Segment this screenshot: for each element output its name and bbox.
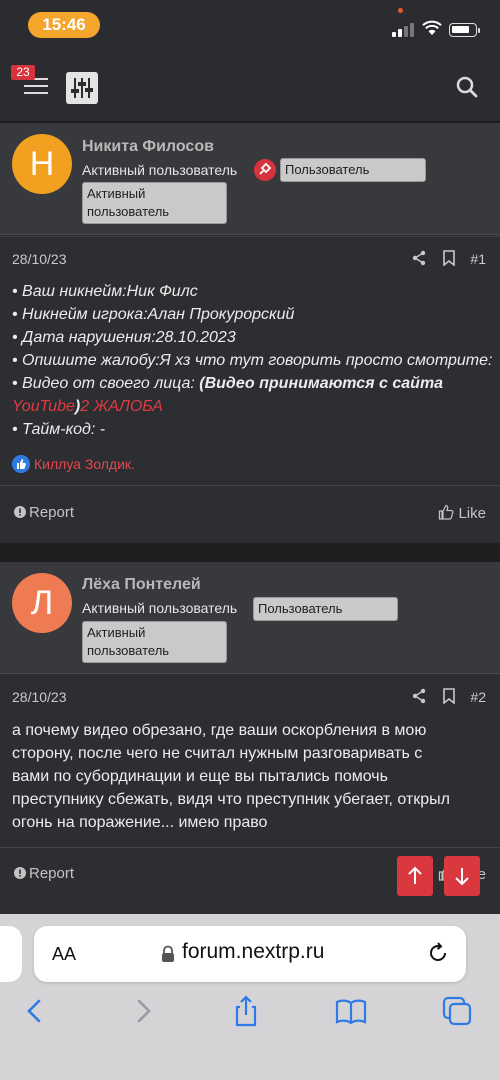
user-banner-active: Активный пользователь (82, 182, 227, 224)
post-text-line: преступнику сбежать, видя что преступник… (12, 791, 450, 808)
post-line-video-links: YouTube)2 ЖАЛОБА (12, 398, 163, 416)
text-size-button[interactable]: AA (52, 944, 76, 965)
cellular-signal-icon (392, 23, 416, 37)
post-text-line: а почему видео обрезано, где ваши оскорб… (12, 722, 427, 739)
post-footer-divider (0, 847, 500, 848)
video-prefix: • Видео от своего лица: (12, 375, 200, 392)
post-line-timecode: • Тайм-код: - (12, 421, 106, 438)
url-text[interactable]: forum.nextrp.ru (182, 940, 324, 964)
user-title: Активный пользователь (82, 600, 238, 616)
arrow-down-icon (455, 868, 469, 886)
reaction-summary[interactable]: Киллуа Золдик. (12, 455, 135, 473)
post-text-line: огонь на поражение... имею право (12, 814, 268, 831)
youtube-link[interactable]: YouTube (12, 398, 75, 415)
search-icon[interactable] (456, 76, 478, 98)
bookmark-icon[interactable] (441, 688, 457, 704)
share-sheet-icon[interactable] (229, 994, 263, 1028)
back-icon[interactable] (18, 994, 52, 1028)
bookmark-icon[interactable] (441, 250, 457, 266)
post-line-nickname: • Ваш никнейм:Ник Филс (12, 283, 198, 300)
share-icon[interactable] (411, 688, 427, 704)
arrow-up-icon (408, 866, 422, 884)
post-text-line: вами по субординации и еще вы пытались п… (12, 768, 388, 785)
video-note: (Видео принимаются с сайта (199, 375, 444, 392)
post-line-date: • Дата нарушения:28.10.2023 (12, 329, 236, 346)
hamburger-menu-icon[interactable] (24, 78, 48, 96)
username[interactable]: Лёха Понтелей (82, 576, 201, 594)
post-number[interactable]: #2 (470, 689, 486, 705)
forum-navbar: 23 (0, 52, 500, 122)
post-number[interactable]: #1 (470, 251, 486, 267)
bookmarks-book-icon[interactable] (334, 994, 368, 1028)
address-bar[interactable]: AA forum.nextrp.ru (34, 926, 466, 982)
post-date[interactable]: 28/10/23 (12, 689, 67, 705)
staff-role-icon (254, 159, 276, 181)
post-date[interactable]: 28/10/23 (12, 251, 67, 267)
status-bar: 15:46 (0, 0, 500, 52)
user-title: Активный пользователь (82, 162, 238, 178)
tabs-icon[interactable] (440, 994, 474, 1028)
reaction-user[interactable]: Киллуа Золдик. (34, 456, 135, 472)
scroll-to-top-button[interactable] (397, 856, 433, 896)
battery-icon (449, 23, 480, 37)
previous-tab-peek[interactable] (0, 926, 22, 982)
alert-icon (14, 867, 26, 879)
report-label: Report (29, 504, 75, 521)
like-reaction-icon (12, 455, 30, 473)
post-line-video: • Видео от своего лица: (Видео принимают… (12, 375, 443, 393)
scroll-to-bottom-button[interactable] (444, 856, 480, 896)
recording-dot-icon (398, 8, 403, 13)
user-banner: Пользователь (280, 158, 426, 182)
post-line-complaint: • Опишите жалобу:Я хз что тут говорить п… (12, 352, 493, 369)
status-time: 15:46 (28, 12, 100, 38)
report-label: Report (29, 865, 75, 882)
lock-icon (162, 945, 174, 962)
share-icon[interactable] (411, 250, 427, 266)
thumbs-up-icon (439, 504, 454, 520)
username[interactable]: Никита Филосов (82, 138, 214, 156)
post-text-line: сторону, после чего не считал нужным раз… (12, 745, 423, 762)
post-card: Н Никита Филосов Активный пользователь П… (0, 123, 500, 543)
wifi-icon (422, 20, 442, 35)
user-banner: Пользователь (253, 597, 398, 621)
sliders-settings-icon[interactable] (66, 72, 98, 104)
post-line-player-nick: • Никнейм игрока:Алан Прокурорский (12, 306, 295, 323)
user-banner-active: Активный пользователь (82, 621, 227, 663)
complaint-video-link[interactable]: 2 ЖАЛОБА (80, 398, 163, 415)
report-button[interactable]: Report (14, 865, 74, 882)
post-header-divider (0, 236, 500, 237)
avatar[interactable]: Н (12, 134, 72, 194)
like-button[interactable]: Like (438, 504, 486, 522)
browser-toolbar: AA forum.nextrp.ru (0, 914, 500, 1080)
reload-icon[interactable] (426, 941, 450, 965)
post-author-header: Н Никита Филосов Активный пользователь П… (0, 123, 500, 235)
avatar[interactable]: Л (12, 573, 72, 633)
report-button[interactable]: Report (14, 504, 74, 521)
like-label: Like (458, 505, 486, 522)
notification-badge: 23 (11, 65, 35, 80)
post-author-header: Л Лёха Понтелей Активный пользователь По… (0, 562, 500, 674)
post-footer-divider (0, 485, 500, 486)
alert-icon (14, 506, 26, 518)
post-card: Л Лёха Понтелей Активный пользователь По… (0, 562, 500, 914)
forward-icon[interactable] (126, 994, 160, 1028)
